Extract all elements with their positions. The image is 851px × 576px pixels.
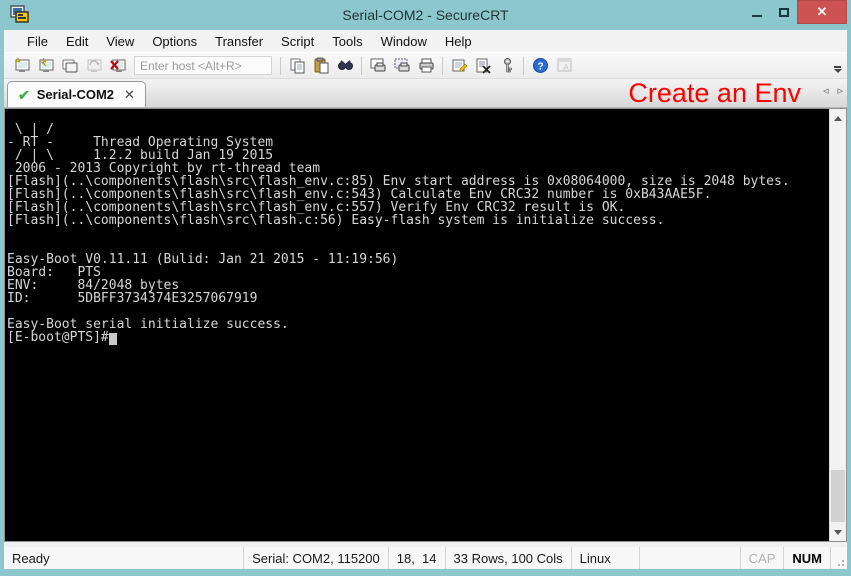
securecrt-window: Serial-COM2 - SecureCRT ✕ File Edit View…: [0, 0, 851, 576]
menu-file[interactable]: File: [18, 32, 57, 51]
key-icon: [499, 57, 516, 74]
menu-window[interactable]: Window: [372, 32, 436, 51]
quick-connect-host-input[interactable]: [134, 56, 272, 75]
terminal-text: \ | / - RT - Thread Operating System / |…: [7, 122, 790, 345]
toolbar-separator: [523, 57, 524, 75]
menu-edit[interactable]: Edit: [57, 32, 97, 51]
status-ready: Ready: [4, 547, 243, 569]
terminal-screen[interactable]: \ | / - RT - Thread Operating System / |…: [5, 109, 829, 541]
status-cursor-position: 18, 14: [389, 547, 446, 569]
connected-check-icon: ✔: [18, 88, 30, 102]
reconnect-button[interactable]: [82, 54, 106, 77]
title-bar: Serial-COM2 - SecureCRT ✕: [0, 0, 851, 30]
session-properties-icon: [451, 57, 468, 74]
reconnect-icon: [85, 57, 103, 74]
paste-button[interactable]: [309, 54, 333, 77]
status-num-lock: NUM: [784, 547, 831, 569]
connect-icon: [37, 57, 55, 74]
print-icon: [418, 57, 435, 74]
run-script-button[interactable]: [471, 54, 495, 77]
session-properties-button[interactable]: [447, 54, 471, 77]
toolbar-separator: [280, 57, 281, 75]
status-grid-size: 33 Rows, 100 Cols: [446, 547, 572, 569]
menu-view[interactable]: View: [97, 32, 143, 51]
maximize-icon: [779, 8, 789, 17]
session-options-icon: A: [556, 57, 573, 74]
maximize-button[interactable]: [770, 0, 797, 24]
help-icon: ?: [532, 57, 549, 74]
toolbar-overflow-button[interactable]: [830, 62, 845, 77]
print-button[interactable]: [414, 54, 438, 77]
scroll-up-button[interactable]: [830, 110, 846, 126]
connect-in-tab-icon: [61, 57, 79, 74]
scroll-down-button[interactable]: [830, 524, 846, 540]
run-script-icon: [475, 57, 492, 74]
annotation-create-an-env: Create an Env: [628, 79, 801, 108]
menu-help[interactable]: Help: [436, 32, 481, 51]
status-serial-info: Serial: COM2, 115200: [243, 547, 389, 569]
tab-bar: ✔ Serial-COM2 ✕ Create an Env ◃ ▹: [4, 79, 847, 108]
status-emulation: Linux: [572, 547, 640, 569]
terminal-area: \ | / - RT - Thread Operating System / |…: [4, 108, 847, 542]
menu-tools[interactable]: Tools: [323, 32, 371, 51]
menu-options[interactable]: Options: [143, 32, 206, 51]
status-spacer: [640, 547, 740, 569]
print-selection-icon: [393, 57, 411, 74]
toolbar-separator: [442, 57, 443, 75]
find-icon: [337, 57, 354, 74]
menu-bar: File Edit View Options Transfer Script T…: [4, 30, 847, 52]
print-screen-button[interactable]: [366, 54, 390, 77]
tab-serial-com2[interactable]: ✔ Serial-COM2 ✕: [7, 81, 146, 107]
paste-icon: [313, 57, 330, 74]
menu-script[interactable]: Script: [272, 32, 323, 51]
toolbar-separator: [361, 57, 362, 75]
scroll-down-icon: [834, 530, 842, 535]
disconnect-icon: [109, 57, 127, 74]
find-button[interactable]: [333, 54, 357, 77]
connect-in-tab-button[interactable]: [58, 54, 82, 77]
menu-transfer[interactable]: Transfer: [206, 32, 272, 51]
disconnect-button[interactable]: [106, 54, 130, 77]
tab-scroll-left-icon[interactable]: ◃: [823, 86, 829, 97]
window-title: Serial-COM2 - SecureCRT: [0, 7, 851, 23]
help-button[interactable]: ?: [528, 54, 552, 77]
tab-scroll-right-icon[interactable]: ▹: [837, 86, 843, 97]
minimize-button[interactable]: [743, 0, 770, 24]
terminal-cursor: [109, 333, 117, 345]
print-selection-button[interactable]: [390, 54, 414, 77]
key-agent-button[interactable]: [495, 54, 519, 77]
close-icon: ✕: [817, 4, 828, 20]
status-caps-lock: CAP: [740, 547, 785, 569]
scroll-up-icon: [834, 116, 842, 121]
resize-grip[interactable]: [831, 547, 847, 569]
tab-label: Serial-COM2: [37, 87, 114, 102]
connect-button[interactable]: [34, 54, 58, 77]
scrollbar-thumb[interactable]: [831, 470, 845, 522]
status-bar: Ready Serial: COM2, 115200 18, 14 33 Row…: [4, 547, 847, 569]
quick-connect-icon: [13, 57, 31, 74]
copy-icon: [289, 57, 306, 74]
toolbar-overflow-icon: [834, 66, 841, 68]
session-options-button[interactable]: A: [552, 54, 576, 77]
svg-text:?: ?: [537, 62, 543, 73]
svg-text:A: A: [563, 63, 569, 72]
tab-close-icon[interactable]: ✕: [124, 87, 135, 103]
close-button[interactable]: ✕: [797, 0, 847, 24]
vertical-scrollbar[interactable]: [829, 109, 846, 541]
toolbar: ? A: [4, 52, 847, 79]
print-screen-icon: [369, 57, 387, 74]
copy-button[interactable]: [285, 54, 309, 77]
window-border: [0, 569, 851, 576]
tab-scroll-buttons: ◃ ▹: [823, 86, 843, 97]
quick-connect-button[interactable]: [10, 54, 34, 77]
minimize-icon: [752, 15, 762, 17]
